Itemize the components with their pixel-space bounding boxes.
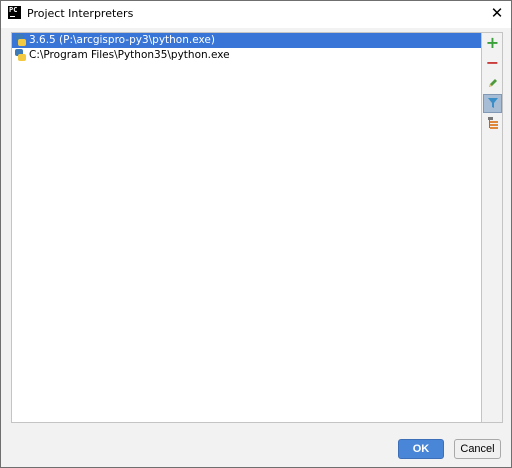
show-paths-button[interactable] [483, 114, 502, 133]
project-interpreters-dialog: PC Project Interpreters ✕ 3.6.5 (P:\arcg… [0, 0, 512, 468]
close-button[interactable]: ✕ [483, 1, 511, 27]
interpreter-item-py35[interactable]: C:\Program Files\Python35\python.exe [12, 48, 481, 63]
interpreter-label: 3.6.5 (P:\arcgispro-py3\python.exe) [29, 34, 215, 46]
filter-icon [487, 98, 498, 108]
interpreter-toolbar: + − [481, 32, 503, 423]
pycharm-app-icon: PC [8, 6, 21, 19]
interpreter-item-py365[interactable]: 3.6.5 (P:\arcgispro-py3\python.exe) [12, 33, 481, 48]
minus-icon: − [485, 53, 500, 72]
close-icon: ✕ [490, 4, 504, 22]
pencil-icon [488, 79, 497, 87]
python-icon [15, 49, 26, 61]
title-bar: PC Project Interpreters ✕ [1, 1, 511, 28]
interpreter-label: C:\Program Files\Python35\python.exe [29, 49, 230, 61]
app-icon-text: PC [9, 6, 18, 14]
remove-interpreter-button[interactable]: − [483, 54, 502, 73]
dialog-footer: OK Cancel [1, 428, 511, 467]
tree-paths-icon [487, 117, 498, 129]
interpreter-list[interactable]: 3.6.5 (P:\arcgispro-py3\python.exe) C:\P… [11, 32, 481, 423]
cancel-button[interactable]: Cancel [454, 439, 501, 459]
dialog-title: Project Interpreters [27, 7, 134, 20]
add-interpreter-button[interactable]: + [483, 34, 502, 53]
plus-icon: + [485, 33, 500, 52]
ok-button[interactable]: OK [398, 439, 444, 459]
python-icon [15, 34, 26, 46]
show-filter-toggle[interactable] [483, 94, 502, 113]
edit-interpreter-button[interactable] [483, 74, 502, 93]
